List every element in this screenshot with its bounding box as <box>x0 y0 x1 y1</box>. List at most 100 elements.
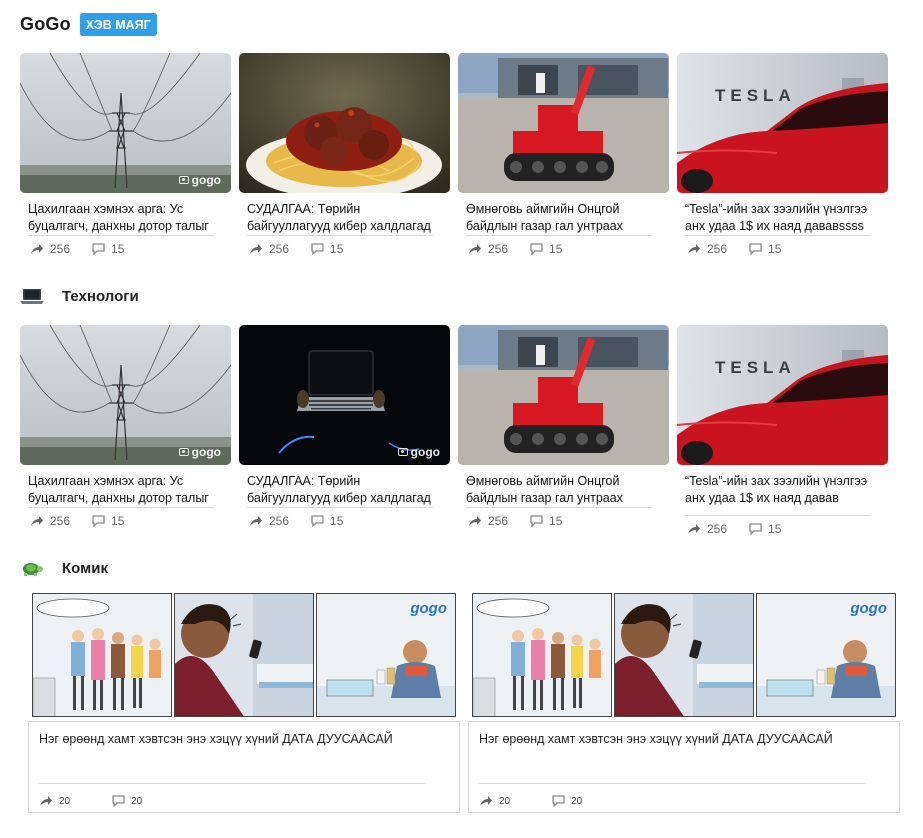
news-card[interactable]: Өмнөговь аймгийн Онцгой байдлын газар га… <box>458 53 669 256</box>
comic-card[interactable]: gogo Нэг өрөөнд хамт хэвтсэн энэ хэцүү х… <box>468 593 904 813</box>
site-header: GoGo ХЭВ МАЯГ <box>20 13 157 36</box>
share-count[interactable]: 256 <box>249 514 289 528</box>
share-count[interactable]: 256 <box>687 242 727 256</box>
divider <box>685 515 871 516</box>
share-icon <box>40 796 52 806</box>
divider <box>39 783 425 784</box>
comic-caption[interactable]: Нэг өрөөнд хамт хэвтсэн энэ хэцүү хүний … <box>479 732 833 746</box>
news-card[interactable]: gogo Цахилгаан хэмнэх арга: Ус буцалгагч… <box>20 53 231 256</box>
camera-icon <box>178 176 189 184</box>
category-badge[interactable]: ХЭВ МАЯГ <box>79 13 157 36</box>
news-title[interactable]: “Tesla”-ийн зах зээлийн үнэлгээ анх удаа… <box>685 201 875 235</box>
comic-caption[interactable]: Нэг өрөөнд хамт хэвтсэн энэ хэцүү хүний … <box>39 732 393 746</box>
comic-panel <box>32 593 172 717</box>
divider <box>28 507 214 508</box>
comment-count[interactable]: 15 <box>530 514 562 528</box>
share-count[interactable]: 256 <box>30 514 70 528</box>
brand-logo[interactable]: GoGo <box>20 14 71 35</box>
comic-caption-box: Нэг өрөөнд хамт хэвтсэн энэ хэцүү хүний … <box>28 721 460 813</box>
news-meta: 256 15 <box>249 242 450 256</box>
divider <box>685 235 871 236</box>
section-header-tech: Технологи <box>20 286 139 306</box>
news-title[interactable]: Өмнөговь аймгийн Онцгой байдлын газар га… <box>466 473 656 507</box>
comment-count[interactable]: 15 <box>311 242 343 256</box>
share-icon <box>250 516 262 526</box>
news-card[interactable]: СУДАЛГАА: Төрийн байгууллагууд кибер хал… <box>239 53 450 256</box>
share-count[interactable]: 256 <box>30 242 70 256</box>
share-count[interactable]: 256 <box>468 242 508 256</box>
section-header-comic: Комик <box>20 558 108 578</box>
news-thumbnail-tesla[interactable]: TESLA <box>677 325 888 465</box>
news-card[interactable]: Өмнөговь аймгийн Онцгой байдлын газар га… <box>458 325 669 528</box>
comment-count[interactable]: 15 <box>749 242 781 256</box>
comment-count[interactable]: 15 <box>311 514 343 528</box>
comic-meta: 20 20 <box>39 795 184 807</box>
divider <box>466 507 652 508</box>
comment-count[interactable]: 15 <box>92 514 124 528</box>
gogo-logo: gogo <box>850 600 887 617</box>
comment-icon <box>112 795 125 807</box>
news-title[interactable]: СУДАЛГАА: Төрийн байгууллагууд кибер хал… <box>247 201 437 235</box>
comment-count[interactable]: 20 <box>112 795 142 807</box>
turtle-icon <box>20 558 44 578</box>
share-icon <box>469 516 481 526</box>
news-meta: 256 15 <box>249 514 450 528</box>
share-icon <box>480 796 492 806</box>
news-card[interactable]: TESLA “Tesla”-ийн зах зээлийн үнэлгээ ан… <box>677 53 888 256</box>
news-title[interactable]: СУДАЛГАА: Төрийн байгууллагууд кибер хал… <box>247 473 437 507</box>
comment-icon <box>311 515 324 527</box>
share-count[interactable]: 20 <box>39 795 70 807</box>
news-thumbnail-tesla[interactable]: TESLA <box>677 53 888 193</box>
news-title[interactable]: Өмнөговь аймгийн Онцгой байдлын газар га… <box>466 201 656 235</box>
comic-panel: gogo <box>316 593 456 717</box>
comment-count[interactable]: 20 <box>552 795 582 807</box>
comic-strip[interactable]: gogo <box>472 593 904 717</box>
comment-icon <box>311 243 324 255</box>
comment-count[interactable]: 15 <box>92 242 124 256</box>
news-thumbnail-spaghetti[interactable] <box>239 53 450 193</box>
news-card[interactable]: TESLA “Tesla”-ийн зах зээлийн үнэлгээ ан… <box>677 325 888 536</box>
news-title[interactable]: Цахилгаан хэмнэх арга: Ус буцалгагч, дан… <box>28 473 218 507</box>
gogo-watermark: gogo <box>397 445 440 459</box>
news-thumbnail-fire-robot[interactable] <box>458 325 669 465</box>
share-icon <box>688 524 700 534</box>
svg-text:TESLA: TESLA <box>715 358 796 377</box>
comic-strip[interactable]: gogo <box>32 593 464 717</box>
share-count[interactable]: 256 <box>249 242 289 256</box>
comment-icon <box>530 243 543 255</box>
share-count[interactable]: 256 <box>468 514 508 528</box>
comic-card[interactable]: gogo Нэг өрөөнд хамт хэвтсэн энэ хэцүү х… <box>28 593 464 813</box>
section-title[interactable]: Комик <box>62 560 108 577</box>
svg-text:TESLA: TESLA <box>715 86 796 105</box>
section-title[interactable]: Технологи <box>62 288 139 305</box>
news-meta: 256 15 <box>468 514 669 528</box>
camera-icon <box>397 448 408 456</box>
news-title[interactable]: “Tesla”-ийн зах зээлийн үнэлгээ анх удаа… <box>685 473 875 507</box>
news-meta: 256 15 <box>30 514 231 528</box>
share-count[interactable]: 20 <box>479 795 510 807</box>
divider <box>28 235 214 236</box>
comic-panel <box>614 593 754 717</box>
news-card[interactable]: gogo Цахилгаан хэмнэх арга: Ус буцалгагч… <box>20 325 231 528</box>
comic-panel <box>472 593 612 717</box>
comment-count[interactable]: 15 <box>530 242 562 256</box>
news-thumbnail-powerlines[interactable]: gogo <box>20 53 231 193</box>
camera-icon <box>178 448 189 456</box>
comment-icon <box>552 795 565 807</box>
comment-icon <box>92 243 105 255</box>
comment-count[interactable]: 15 <box>749 522 781 536</box>
share-icon <box>688 244 700 254</box>
news-card[interactable]: gogo СУДАЛГАА: Төрийн байгууллагууд кибе… <box>239 325 450 528</box>
comic-panel <box>174 593 314 717</box>
news-meta: 256 15 <box>30 242 231 256</box>
news-thumbnail-fire-robot[interactable] <box>458 53 669 193</box>
share-count[interactable]: 256 <box>687 522 727 536</box>
laptop-icon <box>20 286 44 306</box>
news-thumbnail-powerlines[interactable]: gogo <box>20 325 231 465</box>
news-thumbnail-laptop-dark[interactable]: gogo <box>239 325 450 465</box>
comment-icon <box>749 523 762 535</box>
divider <box>247 507 433 508</box>
share-icon <box>31 244 43 254</box>
share-icon <box>250 244 262 254</box>
news-title[interactable]: Цахилгаан хэмнэх арга: Ус буцалгагч, дан… <box>28 201 218 235</box>
